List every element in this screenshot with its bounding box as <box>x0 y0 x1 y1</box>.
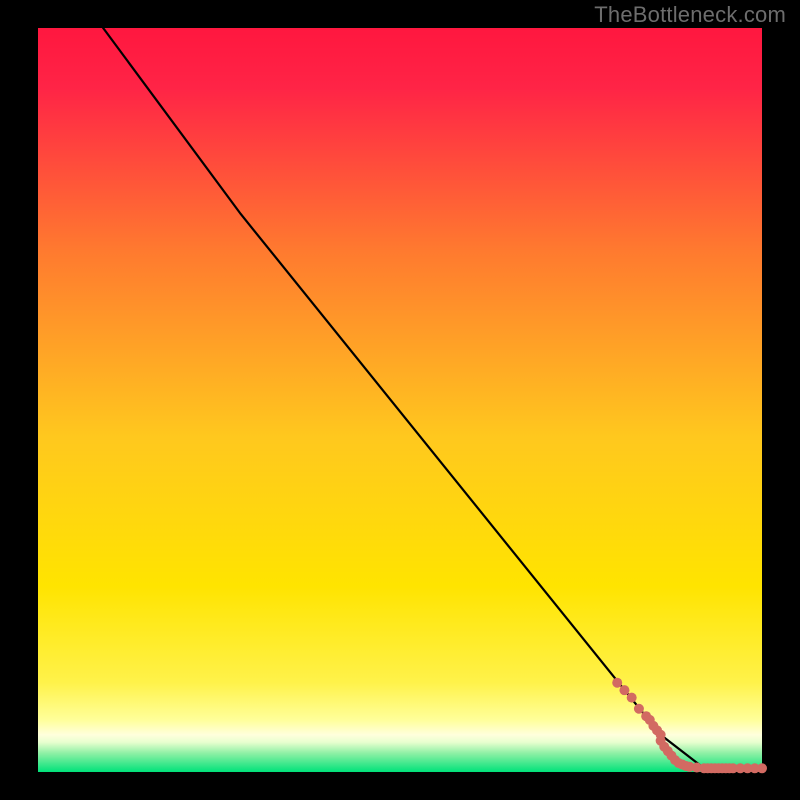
bottleneck-chart <box>0 0 800 800</box>
data-point <box>634 704 644 714</box>
attribution-watermark: TheBottleneck.com <box>594 2 786 28</box>
data-point <box>619 685 629 695</box>
data-point <box>627 693 637 703</box>
data-point <box>757 763 767 773</box>
chart-container: TheBottleneck.com <box>0 0 800 800</box>
plot-background <box>38 28 762 772</box>
data-point <box>612 678 622 688</box>
